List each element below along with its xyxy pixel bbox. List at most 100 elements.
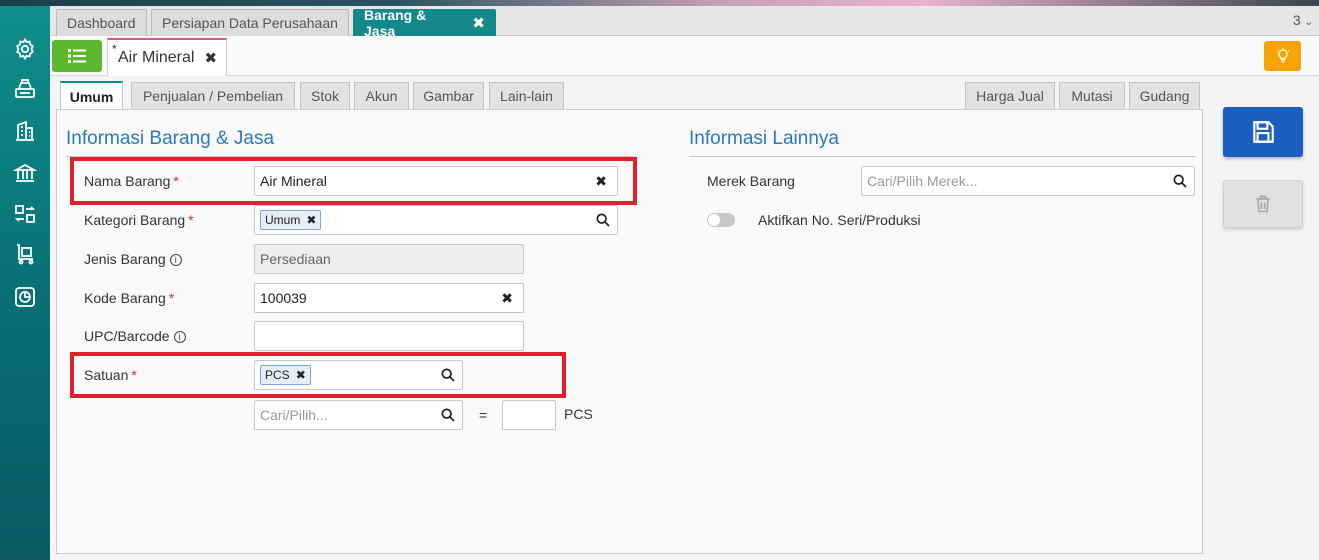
konversi-qty-input[interactable] xyxy=(502,400,556,430)
upc-barcode-input[interactable] xyxy=(254,321,524,351)
tab-barang-jasa[interactable]: Barang & Jasa ✖ xyxy=(353,7,496,39)
label-text: Nama Barang xyxy=(84,173,171,189)
label-text: UPC/Barcode xyxy=(84,328,170,344)
label-jenis-barang: Jenis Barang i xyxy=(84,251,182,267)
subtab-gudang[interactable]: Gudang xyxy=(1129,82,1200,109)
subtab-lain-lain[interactable]: Lain-lain xyxy=(489,82,564,109)
cash-register-icon[interactable] xyxy=(12,76,38,102)
document-tab-air-mineral[interactable]: * Air Mineral ✖ xyxy=(107,38,227,76)
list-icon xyxy=(68,49,86,63)
app-tab-bar: Dashboard Persiapan Data Perusahaan Bara… xyxy=(50,6,1319,39)
lightbulb-icon xyxy=(1276,48,1289,63)
remove-chip-icon[interactable]: ✖ xyxy=(296,368,306,382)
delete-button[interactable] xyxy=(1223,180,1303,228)
section-title-informasi-lainnya: Informasi Lainnya xyxy=(689,128,839,149)
floppy-disk-icon xyxy=(1253,121,1274,143)
required-marker: * xyxy=(188,212,194,228)
subtab-penjualan-pembelian[interactable]: Penjualan / Pembelian xyxy=(131,82,295,109)
form-panel: Informasi Barang & Jasa Nama Barang * Air… xyxy=(56,109,1203,554)
modified-marker: * xyxy=(112,42,117,56)
tab-count: 3 xyxy=(1292,12,1301,28)
merek-barang-select[interactable]: Cari/Pilih Merek... xyxy=(861,166,1195,196)
label-aktifkan-no-seri: Aktifkan No. Seri/Produksi xyxy=(758,212,921,228)
required-marker: * xyxy=(131,367,137,383)
label-text: Satuan xyxy=(84,367,129,383)
section-divider xyxy=(689,156,1196,157)
label-kode-barang: Kode Barang * xyxy=(84,290,174,306)
kode-barang-input[interactable]: 100039 ✖ xyxy=(254,283,524,313)
section-title-informasi-barang: Informasi Barang & Jasa xyxy=(66,128,275,149)
search-icon[interactable] xyxy=(1172,173,1188,189)
close-icon[interactable]: ✖ xyxy=(204,49,217,67)
konversi-unit-label: PCS xyxy=(564,406,593,422)
label-text: Kode Barang xyxy=(84,290,166,306)
required-marker: * xyxy=(168,290,175,306)
transfer-icon[interactable] xyxy=(12,201,38,227)
remove-chip-icon[interactable]: ✖ xyxy=(306,213,316,227)
save-button[interactable] xyxy=(1223,107,1303,157)
field-value: Air Mineral xyxy=(260,173,327,189)
tab-label: Persiapan Data Perusahaan xyxy=(162,15,338,31)
tab-count-dropdown[interactable]: 3 ⌄ xyxy=(1293,12,1313,28)
document-tab-label: Air Mineral xyxy=(118,49,195,66)
trolley-icon[interactable] xyxy=(12,241,38,267)
required-marker: * xyxy=(173,173,179,189)
report-chart-icon[interactable] xyxy=(12,284,38,310)
satuan-konversi-select[interactable]: Cari/Pilih... xyxy=(254,400,463,430)
subtab-label: Umum xyxy=(69,88,114,105)
subtab-label: Harga Jual xyxy=(976,88,1044,104)
close-icon[interactable]: ✖ xyxy=(472,14,485,32)
nama-barang-input[interactable]: Air Mineral ✖ xyxy=(254,166,618,196)
search-icon[interactable] xyxy=(595,212,611,228)
subtab-label: Gudang xyxy=(1139,88,1190,104)
subtab-label: Mutasi xyxy=(1071,88,1113,104)
search-icon[interactable] xyxy=(440,367,456,383)
chevron-down-icon: ⌄ xyxy=(1304,17,1313,28)
subtab-label: Lain-lain xyxy=(500,88,553,104)
subtab-label: Stok xyxy=(310,88,339,104)
tips-button[interactable] xyxy=(1264,41,1301,71)
chip-label: Umum xyxy=(265,213,301,227)
tab-label: Barang & Jasa xyxy=(364,7,427,39)
menu-button[interactable] xyxy=(52,40,102,72)
subtab-label: Gambar xyxy=(423,88,474,104)
field-value: 100039 xyxy=(260,290,307,306)
sidebar xyxy=(0,6,50,560)
search-icon[interactable] xyxy=(440,407,456,423)
trash-icon xyxy=(1256,195,1270,213)
equals-sign: = xyxy=(479,407,488,423)
subtab-harga-jual[interactable]: Harga Jual xyxy=(965,82,1055,109)
gear-icon[interactable] xyxy=(12,36,38,62)
tab-persiapan-data-perusahaan[interactable]: Persiapan Data Perusahaan xyxy=(151,9,349,36)
main-area: Dashboard Persiapan Data Perusahaan Bara… xyxy=(50,6,1319,560)
clear-icon[interactable]: ✖ xyxy=(595,173,607,190)
kategori-barang-select[interactable]: Umum ✖ xyxy=(254,205,618,235)
tab-label: Dashboard xyxy=(67,15,136,31)
tab-dashboard[interactable]: Dashboard xyxy=(56,9,147,36)
subtab-umum[interactable]: Umum xyxy=(60,81,123,110)
label-kategori-barang: Kategori Barang * xyxy=(84,212,194,228)
serial-number-toggle[interactable] xyxy=(707,213,735,227)
subtab-stok[interactable]: Stok xyxy=(300,82,350,109)
satuan-select[interactable]: PCS ✖ xyxy=(254,360,463,390)
subtab-akun[interactable]: Akun xyxy=(354,82,409,109)
placeholder-text: Cari/Pilih Merek... xyxy=(867,173,978,189)
chip-label: PCS xyxy=(265,368,290,382)
document-tab-bar: * Air Mineral ✖ xyxy=(50,36,1319,76)
subtab-label: Penjualan / Pembelian xyxy=(142,88,284,104)
subtab-mutasi[interactable]: Mutasi xyxy=(1059,82,1125,109)
chip-umum: Umum ✖ xyxy=(260,210,322,230)
building-icon[interactable] xyxy=(12,118,38,144)
field-value: Persediaan xyxy=(260,251,331,267)
subtab-gambar[interactable]: Gambar xyxy=(413,82,484,109)
info-icon[interactable]: i xyxy=(173,331,186,343)
label-upc-barcode: UPC/Barcode i xyxy=(84,328,186,344)
chip-pcs: PCS ✖ xyxy=(260,365,311,385)
label-satuan: Satuan * xyxy=(84,367,137,383)
label-text: Jenis Barang xyxy=(84,251,166,267)
clear-icon[interactable]: ✖ xyxy=(501,290,513,307)
bank-icon[interactable] xyxy=(12,160,38,186)
label-nama-barang: Nama Barang * xyxy=(84,173,179,189)
label-text: Kategori Barang xyxy=(84,212,186,228)
info-icon[interactable]: i xyxy=(169,254,182,266)
